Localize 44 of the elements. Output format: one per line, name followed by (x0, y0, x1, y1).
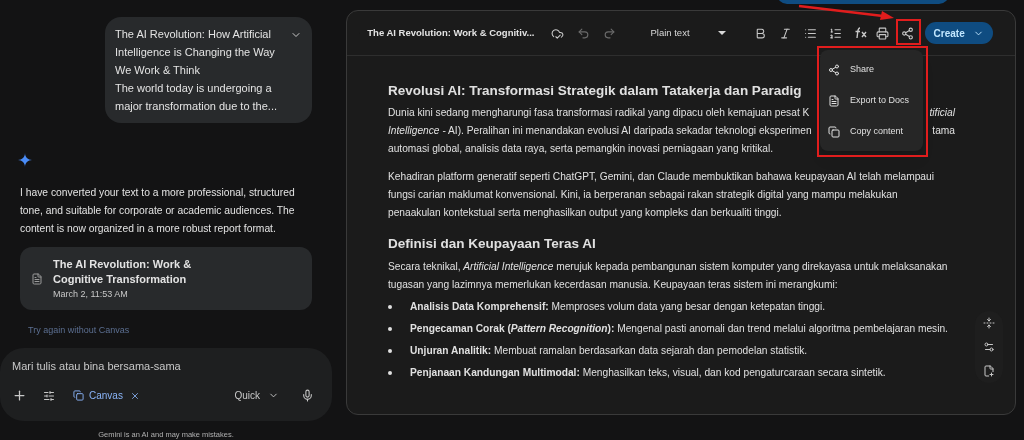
paragraph-text: Intelligence - AI). Peralihan ini menandakan evolusi AI daripada sekadar teknologi eksperimen (388, 124, 812, 138)
bullet-text: Unjuran Analitik: Membuat ramalan berdasarkan data sejarah dan pemodelan statistik. (410, 344, 808, 358)
reply-text: I have converted your text to a more professional, structured tone, and suitable for corporate or academic audiences. The content is now organized in a more robust report format. (20, 186, 296, 236)
export-icon (828, 94, 840, 107)
copy-icon (828, 125, 840, 138)
chip-label: Canvas (89, 389, 123, 404)
paragraph-text: Dunia kini sedang mengharungi fasa transformasi radikal yang dipacu oleh kemajuan pesat K (388, 106, 810, 120)
adjust-icon[interactable] (983, 341, 995, 353)
paragraph-text: tama (932, 124, 955, 138)
section-heading: Definisi dan Keupayaan Teras AI (388, 235, 597, 253)
bullet-text: Pengecaman Corak (Pattern Recognition): Mengenal pasti anomali dan trend melalui algoritma pembelajaran mesin. (410, 322, 948, 336)
menu-item[interactable]: Export to Docs (820, 85, 923, 116)
canvas-icon (73, 390, 84, 402)
share-icon (828, 63, 840, 76)
paragraph-text: Secara teknikal, Artificial Intelligence merujuk kepada pembangunan sistem komputer yang direkayasa untuk melaksanakan tugasan yang lazimnya memerlukan kecerdasan manusia. Keupayaan teras sistem ini merangkumi: (388, 260, 949, 292)
canvas-chip[interactable]: Canvas (73, 388, 140, 404)
paragraph-text: automasi global, analisis data raya, serta pemangkin inovasi perniagaan yang kritikal. (388, 142, 774, 156)
document-heading: Revolusi AI: Transformasi Strategik dalam Tatakerja dan Paradig (388, 82, 802, 100)
document-date: March 2, 11:53 AM (53, 287, 129, 301)
add-icon[interactable] (12, 388, 27, 404)
add-note-icon[interactable] (983, 365, 995, 377)
format-dropdown[interactable]: Plain text (640, 25, 726, 41)
message-preview: The world today is undergoing a major transformation due to the... (115, 81, 279, 114)
document-title: The AI Revolution: Work & Cognitive Transformation (53, 256, 193, 287)
microphone-icon[interactable] (301, 389, 314, 403)
bullet-text: Analisis Data Komprehensif: Memproses volum data yang besar dengan ketepatan tinggi. (410, 300, 826, 314)
tools-icon[interactable] (43, 389, 55, 402)
retry-link[interactable]: Try again without Canvas (28, 324, 332, 338)
document-card[interactable]: The AI Revolution: Work & Cognitive Transformation March 2, 11:53 AM (20, 247, 312, 311)
create-button[interactable]: Create (924, 22, 993, 44)
menu-item[interactable]: Share (820, 54, 923, 85)
canvas-title: The AI Revolution: Work & Cognitiv... (367, 25, 535, 40)
paragraph-text: tificial (929, 106, 955, 120)
mode-dropdown[interactable]: Quick (234, 388, 279, 404)
message-title: The AI Revolution: How Artificial Intelligence is Changing the Way We Work & Think (115, 27, 276, 78)
sparkle-icon (18, 153, 32, 167)
expand-icon[interactable] (983, 317, 995, 329)
bullet-text: Penjanaan Kandungan Multimodal: Menghasilkan teks, visual, dan kod pengaturcaraan secara sintetik. (410, 366, 886, 380)
prompt-field[interactable]: Mari tulis atau bina bersama-sama (12, 357, 252, 375)
paragraph-text: Kehadiran platform generatif seperti ChatGPT, Gemini, dan Claude membuktikan bahawa keupayaan AI telah melampaui fungsi carian maklumat konvensional. Kini, ia berperanan sebagai rakan strategik digital yang mampu melakukan penaakulan kontekstual serta menghasilkan output yang kompleks dan berkualiti tinggi. (388, 170, 935, 220)
document-icon (31, 272, 43, 285)
caret-icon (717, 31, 726, 35)
remove-icon[interactable] (129, 390, 140, 401)
menu-item[interactable]: Copy content (820, 116, 923, 147)
